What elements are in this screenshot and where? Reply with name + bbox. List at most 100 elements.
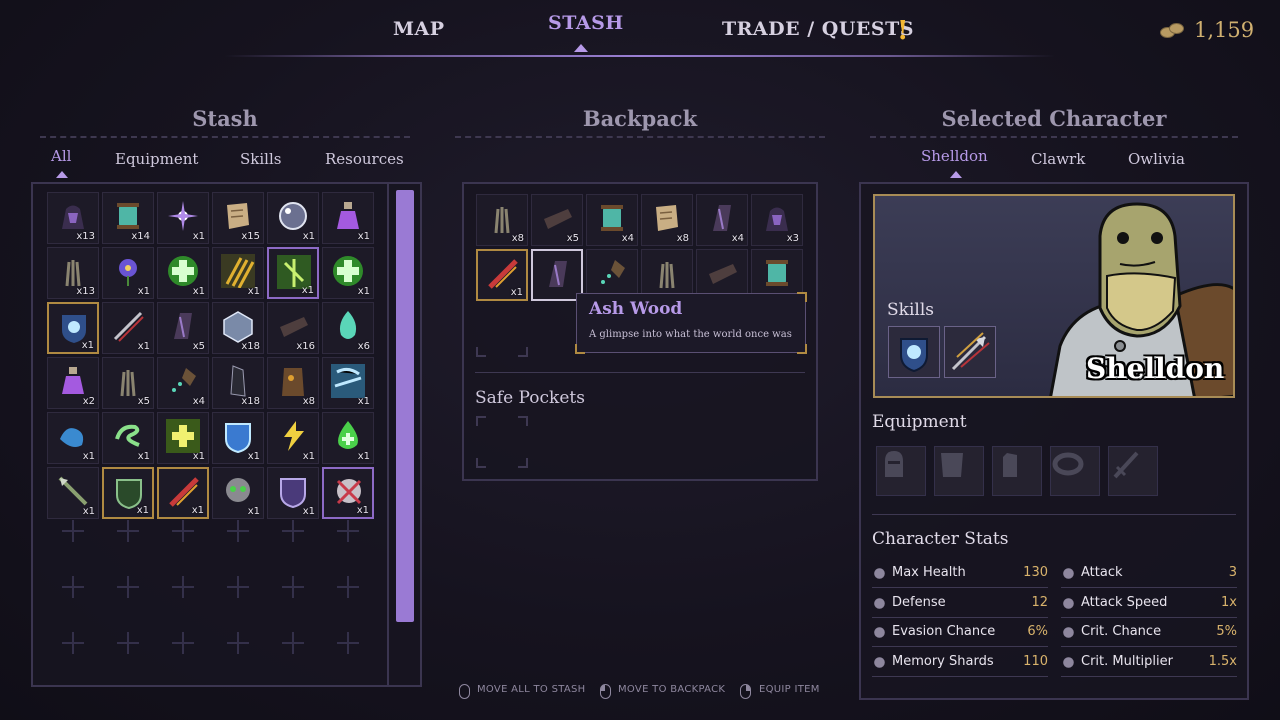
equipment-slot[interactable] bbox=[1108, 446, 1158, 496]
stash-item-slot[interactable]: x1 bbox=[157, 412, 209, 464]
empty-slot-marker[interactable] bbox=[337, 632, 359, 654]
stash-item-slot[interactable]: x1 bbox=[267, 192, 319, 244]
backpack-item-slot[interactable]: x1 bbox=[476, 249, 528, 301]
stash-item-slot[interactable]: x1 bbox=[322, 357, 374, 409]
empty-slot-marker[interactable] bbox=[337, 576, 359, 598]
backpack-empty-slot[interactable] bbox=[476, 305, 528, 357]
empty-slot-marker[interactable] bbox=[282, 520, 304, 542]
stash-item-slot[interactable]: x1 bbox=[157, 247, 209, 299]
stash-item-slot[interactable]: x1 bbox=[47, 467, 99, 519]
stash-item-slot[interactable]: x1 bbox=[157, 192, 209, 244]
heart-icon bbox=[874, 568, 885, 579]
stash-item-slot[interactable]: x2 bbox=[47, 357, 99, 409]
empty-slot-marker[interactable] bbox=[62, 520, 84, 542]
skill-slot[interactable] bbox=[944, 326, 996, 378]
empty-slot-marker[interactable] bbox=[227, 576, 249, 598]
stash-tab-equipment[interactable]: Equipment bbox=[115, 150, 198, 168]
hint-move-all-to-stash: MOVE ALL TO STASH bbox=[477, 684, 586, 695]
heal-cross-icon bbox=[333, 256, 363, 286]
stash-item-slot[interactable]: x1 bbox=[212, 247, 264, 299]
backpack-title: Backpack bbox=[582, 106, 698, 131]
claw-slash-icon bbox=[221, 254, 255, 288]
item-quantity: x13 bbox=[76, 286, 95, 297]
equipment-slot[interactable] bbox=[992, 446, 1042, 496]
empty-slot-marker[interactable] bbox=[282, 576, 304, 598]
tab-trade-quests[interactable]: TRADE / QUESTS bbox=[722, 18, 914, 40]
stash-item-slot[interactable]: x6 bbox=[322, 302, 374, 354]
empty-slot-marker[interactable] bbox=[172, 576, 194, 598]
stash-tab-all[interactable]: All bbox=[51, 147, 71, 165]
stash-item-slot[interactable]: x8 bbox=[267, 357, 319, 409]
item-quantity: x2 bbox=[82, 396, 95, 407]
character-tab-clawrk[interactable]: Clawrk bbox=[1031, 150, 1085, 168]
empty-slot-marker[interactable] bbox=[227, 520, 249, 542]
stash-item-slot[interactable]: x1 bbox=[322, 467, 374, 519]
green-flame-icon bbox=[339, 311, 357, 339]
stash-item-slot[interactable]: x16 bbox=[267, 302, 319, 354]
backpack-item-slot[interactable]: x8 bbox=[641, 194, 693, 246]
empty-slot-marker[interactable] bbox=[117, 632, 139, 654]
empty-slot-marker[interactable] bbox=[172, 632, 194, 654]
backpack-item-slot[interactable]: x5 bbox=[531, 194, 583, 246]
stash-item-slot[interactable]: x1 bbox=[322, 247, 374, 299]
empty-slot-marker[interactable] bbox=[282, 632, 304, 654]
equipment-slot[interactable] bbox=[1050, 446, 1100, 496]
stash-tab-resources[interactable]: Resources bbox=[325, 150, 404, 168]
stash-item-slot[interactable]: x5 bbox=[157, 302, 209, 354]
tab-map[interactable]: MAP bbox=[393, 18, 445, 40]
stash-item-slot[interactable]: x1 bbox=[102, 302, 154, 354]
stash-item-slot[interactable]: x1 bbox=[212, 467, 264, 519]
arrow-volley-icon bbox=[113, 311, 144, 342]
item-quantity: x15 bbox=[241, 231, 260, 242]
backpack-item-slot[interactable]: x4 bbox=[696, 194, 748, 246]
backpack-item-slot[interactable]: x8 bbox=[476, 194, 528, 246]
stash-item-slot[interactable]: x1 bbox=[157, 467, 209, 519]
backpack-item-slot[interactable]: x4 bbox=[586, 194, 638, 246]
double-sword-icon bbox=[1063, 597, 1074, 609]
stash-item-slot[interactable]: x14 bbox=[102, 192, 154, 244]
stash-tab-skills[interactable]: Skills bbox=[240, 150, 281, 168]
item-quantity: x1 bbox=[247, 286, 260, 297]
backpack-item-slot[interactable]: x3 bbox=[751, 194, 803, 246]
stash-item-slot[interactable]: x13 bbox=[47, 247, 99, 299]
stash-item-slot[interactable]: x1 bbox=[212, 412, 264, 464]
stash-item-slot[interactable]: x1 bbox=[267, 467, 319, 519]
stash-item-slot[interactable]: x1 bbox=[267, 247, 319, 299]
empty-slot-marker[interactable] bbox=[337, 520, 359, 542]
empty-slot-marker[interactable] bbox=[227, 632, 249, 654]
stash-item-slot[interactable]: x18 bbox=[212, 357, 264, 409]
empty-slot-marker[interactable] bbox=[117, 576, 139, 598]
stash-item-slot[interactable]: x1 bbox=[47, 302, 99, 354]
stash-item-slot[interactable]: x1 bbox=[47, 412, 99, 464]
skill-slot[interactable] bbox=[888, 326, 940, 378]
character-tab-shelldon[interactable]: Shelldon bbox=[921, 147, 988, 165]
character-name: Shelldon bbox=[1086, 352, 1225, 385]
empty-slot-marker[interactable] bbox=[62, 632, 84, 654]
empty-slot-marker[interactable] bbox=[117, 520, 139, 542]
thread-spool-icon bbox=[601, 205, 623, 231]
safe-pocket-slot[interactable] bbox=[476, 416, 528, 468]
empty-slot-marker[interactable] bbox=[172, 520, 194, 542]
stash-item-slot[interactable]: x1 bbox=[267, 412, 319, 464]
heal-cross-icon bbox=[168, 256, 198, 286]
stash-item-slot[interactable]: x15 bbox=[212, 192, 264, 244]
stash-item-slot[interactable]: x18 bbox=[212, 302, 264, 354]
equipment-slot[interactable] bbox=[934, 446, 984, 496]
stash-item-slot[interactable]: x1 bbox=[102, 247, 154, 299]
tab-stash[interactable]: STASH bbox=[548, 12, 624, 34]
stash-item-slot[interactable]: x1 bbox=[102, 467, 154, 519]
eye-icon bbox=[874, 656, 885, 668]
character-tab-owlivia[interactable]: Owlivia bbox=[1128, 150, 1185, 168]
stash-item-slot[interactable]: x13 bbox=[47, 192, 99, 244]
stash-item-slot[interactable]: x5 bbox=[102, 357, 154, 409]
empty-slot-marker[interactable] bbox=[62, 576, 84, 598]
dodge-icon bbox=[874, 627, 885, 638]
stash-item-slot[interactable]: x1 bbox=[322, 192, 374, 244]
equipment-slot[interactable] bbox=[876, 446, 926, 496]
hood-icon bbox=[62, 205, 84, 229]
stash-scroll-thumb[interactable] bbox=[396, 190, 414, 622]
stash-item-slot[interactable]: x1 bbox=[322, 412, 374, 464]
stash-item-slot[interactable]: x1 bbox=[102, 412, 154, 464]
stash-item-slot[interactable]: x4 bbox=[157, 357, 209, 409]
shield-bash-icon bbox=[900, 338, 928, 373]
